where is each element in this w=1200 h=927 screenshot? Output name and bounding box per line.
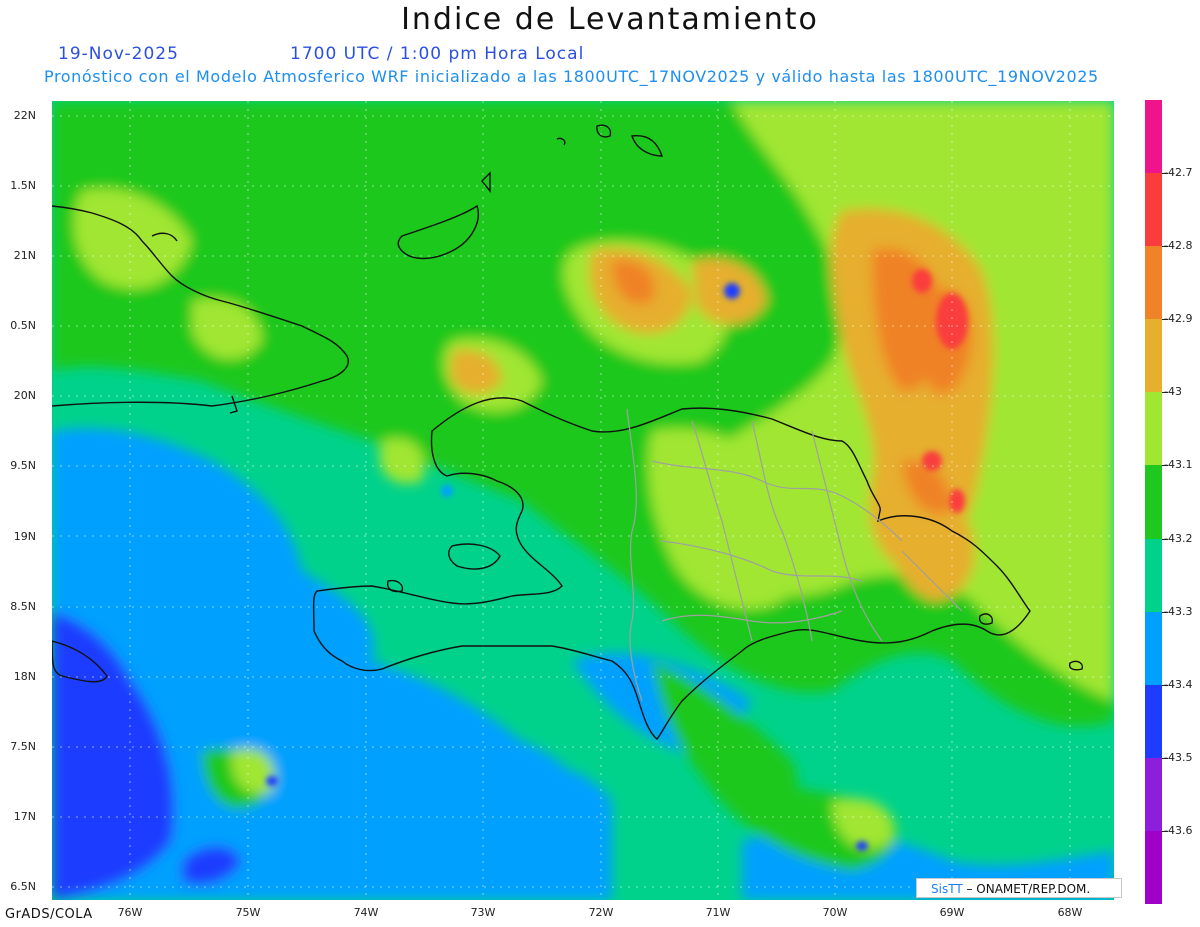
colorbar-label: -43	[1164, 385, 1182, 399]
colorbar-label: -42.9	[1164, 312, 1193, 326]
lat-label: 8.5N	[10, 600, 36, 613]
lon-label: 70W	[822, 906, 848, 919]
lat-label: 22N	[13, 109, 36, 122]
lon-label: 68W	[1057, 906, 1083, 919]
colorbar-segment	[1145, 319, 1162, 393]
lat-label: 6.5N	[10, 880, 36, 893]
colorbar-label: -43.6	[1164, 823, 1193, 837]
lat-label: 17N	[13, 810, 36, 823]
colorbar-label: -42.8	[1164, 239, 1193, 253]
colorbar-segment	[1145, 100, 1162, 174]
colorbar-segment	[1145, 611, 1162, 686]
lon-label: 69W	[939, 906, 965, 919]
colorbar-segment	[1145, 830, 1162, 905]
valid-time: 1700 UTC / 1:00 pm Hora Local	[290, 44, 585, 64]
colorbar-label: -43.5	[1164, 750, 1193, 764]
lon-label: 73W	[470, 906, 496, 919]
lon-label: 75W	[235, 906, 261, 919]
colorbar-label: -43.3	[1164, 604, 1193, 618]
lat-label: 19N	[13, 530, 36, 543]
lat-label: 21N	[13, 249, 36, 262]
forecast-subtitle: Pronóstico con el Modelo Atmosferico WRF…	[44, 67, 1099, 86]
grads-footer: GrADS/COLA	[5, 907, 93, 922]
colorbar-segment	[1145, 246, 1162, 320]
lifted-index-map	[52, 101, 1114, 900]
lon-label: 74W	[353, 906, 379, 919]
lat-label: 9.5N	[10, 459, 36, 472]
lat-label: 7.5N	[10, 740, 36, 753]
lon-label: 71W	[705, 906, 731, 919]
lat-label: 20N	[13, 389, 36, 402]
lat-label: 1.5N	[10, 179, 36, 192]
lat-label: 18N	[13, 670, 36, 683]
colorbar-segment	[1145, 173, 1162, 247]
colorbar-segment	[1145, 538, 1162, 613]
credit-brand: SisTT	[931, 882, 963, 896]
lat-label: 0.5N	[10, 319, 36, 332]
colorbar	[1145, 100, 1162, 905]
colorbar-label: -43.2	[1164, 531, 1193, 545]
colorbar-label: -42.7	[1164, 166, 1193, 180]
colorbar-segment	[1145, 465, 1162, 540]
lon-label: 76W	[117, 906, 143, 919]
colorbar-segment	[1145, 757, 1162, 832]
credit-text: – ONAMET/REP.DOM.	[966, 882, 1091, 896]
forecast-date: 19-Nov-2025	[58, 44, 179, 64]
lon-label: 72W	[588, 906, 614, 919]
colorbar-segment	[1145, 684, 1162, 759]
credit-box: SisTT – ONAMET/REP.DOM.	[916, 878, 1122, 898]
colorbar-label: -43.1	[1164, 458, 1193, 472]
colorbar-segment	[1145, 392, 1162, 466]
colorbar-label: -43.4	[1164, 677, 1193, 691]
chart-title: Indice de Levantamiento	[401, 2, 819, 37]
